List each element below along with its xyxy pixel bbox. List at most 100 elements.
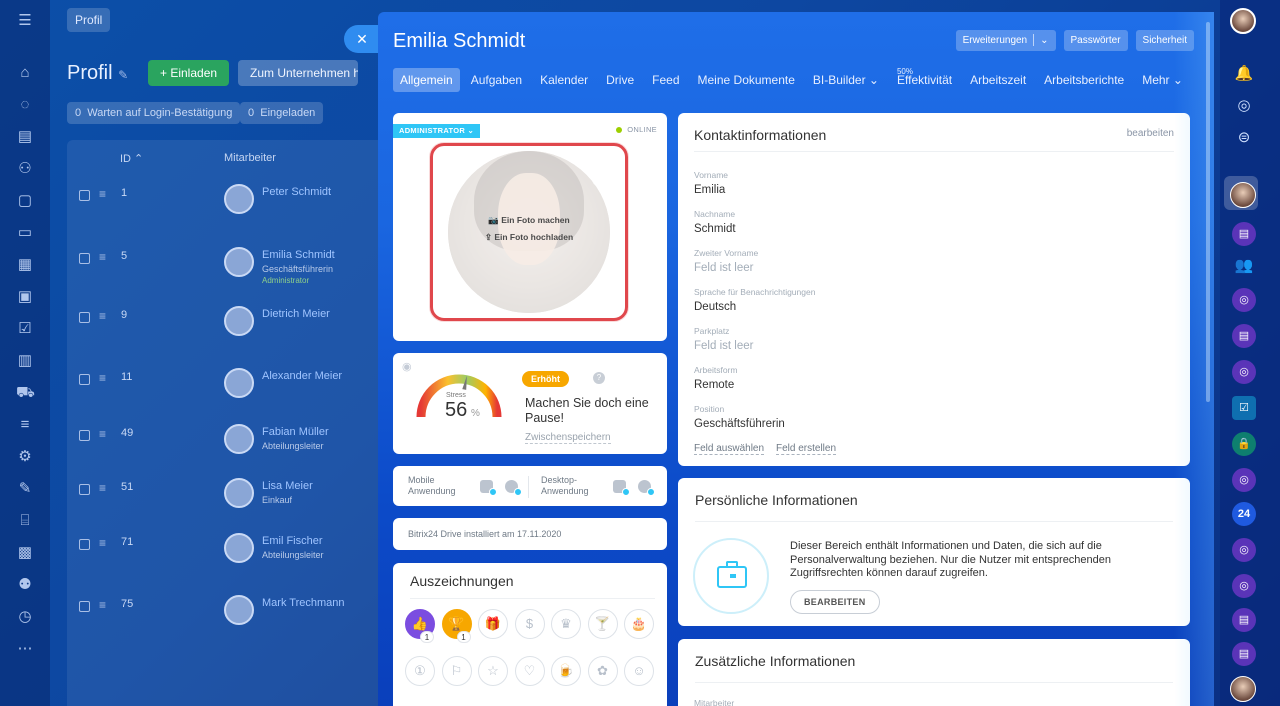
filter-icon[interactable]: ≡: [16, 416, 34, 434]
table-row[interactable]: ≡ 1 Peter Schmidt: [67, 170, 387, 230]
edit-contact-link[interactable]: bearbeiten: [1127, 128, 1174, 139]
row-checkbox[interactable]: [79, 484, 90, 495]
select-field-link[interactable]: Feld auswählen: [694, 443, 765, 455]
search-chat-icon[interactable]: ⊜: [1232, 126, 1256, 150]
openline-icon[interactable]: ◎: [1232, 574, 1256, 598]
store-icon[interactable]: ⌸: [16, 512, 34, 530]
row-checkbox[interactable]: [79, 374, 90, 385]
remove-photo-icon[interactable]: ✕: [592, 171, 608, 187]
menu-icon[interactable]: ☰: [16, 12, 34, 30]
filter-invited[interactable]: 0 Eingeladen: [240, 102, 324, 124]
number-one-icon[interactable]: ①: [405, 656, 435, 686]
filter-pending[interactable]: 0 Warten auf Login-Bestätigung: [67, 102, 241, 124]
help-icon[interactable]: ?: [593, 372, 605, 384]
sign-icon[interactable]: ✎: [16, 480, 34, 498]
admin-badge[interactable]: ADMINISTRATOR ⌄: [393, 124, 481, 138]
row-menu-icon[interactable]: ≡: [99, 427, 106, 441]
profile-photo[interactable]: ✕ 📷 Ein Foto machen ⇪ Ein Foto hochladen: [448, 151, 610, 313]
passwords-button[interactable]: Passwörter: [1063, 30, 1128, 51]
chat-icon[interactable]: ▦: [16, 256, 34, 274]
android-icon[interactable]: [480, 480, 497, 496]
row-checkbox[interactable]: [79, 601, 90, 612]
users-icon[interactable]: ⚇: [16, 160, 34, 178]
tab-more[interactable]: Mehr ⌄: [1135, 68, 1190, 92]
table-row[interactable]: ≡ 51 Lisa Meier Einkauf: [67, 464, 387, 524]
row-menu-icon[interactable]: ≡: [99, 536, 106, 550]
sites-icon[interactable]: ▩: [16, 544, 34, 562]
edit-personal-button[interactable]: BEARBEITEN: [790, 590, 880, 614]
company-button[interactable]: Zum Unternehmen h: [238, 60, 358, 86]
column-header-employee[interactable]: Mitarbeiter: [224, 152, 276, 164]
smile-icon[interactable]: ☺: [624, 656, 654, 686]
openline-icon[interactable]: ◎: [1232, 360, 1256, 384]
table-row[interactable]: ≡ 9 Dietrich Meier: [67, 292, 387, 352]
row-menu-icon[interactable]: ≡: [99, 598, 106, 612]
bitrix24-icon[interactable]: 24: [1232, 502, 1256, 526]
take-photo-action[interactable]: 📷 Ein Foto machen: [448, 215, 610, 226]
chat-avatar[interactable]: [1230, 676, 1256, 702]
target-icon[interactable]: ◎: [1232, 94, 1256, 118]
more-icon[interactable]: ⋯: [16, 640, 34, 658]
group-chat-icon[interactable]: 👥: [1232, 254, 1256, 278]
gift-icon[interactable]: 🎁: [478, 609, 508, 639]
flag-icon[interactable]: ⚐: [441, 656, 472, 686]
beer-icon[interactable]: 🍺: [551, 656, 581, 686]
table-row[interactable]: ≡ 71 Emil Fischer Abteilungsleiter: [67, 519, 387, 579]
heart-icon[interactable]: ♡: [514, 656, 545, 686]
save-stress-link[interactable]: Zwischenspeichern: [525, 432, 611, 444]
tasks-icon[interactable]: ▤: [16, 128, 34, 146]
row-menu-icon[interactable]: ≡: [99, 250, 106, 264]
star-icon[interactable]: ☆: [478, 656, 508, 686]
tab-tasks[interactable]: Aufgaben: [464, 68, 529, 92]
chat-item-icon[interactable]: ▤: [1232, 608, 1256, 632]
cake-icon[interactable]: 🎂: [624, 609, 654, 639]
row-menu-icon[interactable]: ≡: [99, 187, 106, 201]
calendar-icon[interactable]: ▣: [16, 288, 34, 306]
tab-work-reports[interactable]: Arbeitsberichte: [1037, 68, 1131, 92]
tab-my-documents[interactable]: Meine Dokumente: [691, 68, 802, 92]
tab-bi-builder[interactable]: BI-Builder ⌄: [806, 68, 886, 92]
row-checkbox[interactable]: [79, 430, 90, 441]
row-menu-icon[interactable]: ≡: [99, 481, 106, 495]
cocktail-icon[interactable]: 🍸: [587, 609, 618, 639]
row-checkbox[interactable]: [79, 253, 90, 264]
windows-icon[interactable]: [613, 480, 630, 496]
create-field-link[interactable]: Feld erstellen: [776, 443, 837, 455]
cart-icon[interactable]: ⛟: [16, 384, 35, 402]
table-row[interactable]: ≡ 49 Fabian Müller Abteilungsleiter: [67, 410, 387, 470]
row-checkbox[interactable]: [79, 539, 90, 550]
eye-icon[interactable]: ◉: [402, 360, 412, 373]
row-menu-icon[interactable]: ≡: [99, 309, 106, 323]
chat-item-icon[interactable]: ▤: [1232, 222, 1256, 246]
tab-working-time[interactable]: Arbeitszeit: [963, 68, 1033, 92]
lock-icon[interactable]: 🔒: [1232, 432, 1256, 456]
openline-icon[interactable]: ◎: [1232, 288, 1256, 312]
checklist-icon[interactable]: ☑: [16, 320, 34, 338]
tab-calendar[interactable]: Kalender: [533, 68, 595, 92]
tab-drive[interactable]: Drive: [599, 68, 641, 92]
apple-mobile-icon[interactable]: [505, 480, 522, 496]
slider-scrollbar[interactable]: [1206, 22, 1210, 402]
documents-icon[interactable]: ▢: [16, 192, 34, 210]
thumbs-up-icon[interactable]: 👍 1: [405, 609, 435, 643]
openline-icon[interactable]: ◎: [1232, 538, 1256, 562]
tab-efficiency[interactable]: 50% Effektivität: [890, 67, 959, 92]
table-row[interactable]: ≡ 5 Emilia Schmidt Geschäftsführerin Adm…: [67, 233, 387, 293]
drive-icon[interactable]: ▭: [16, 224, 34, 242]
groups-icon[interactable]: ⚉: [16, 576, 34, 594]
money-bag-icon[interactable]: $: [514, 609, 545, 639]
chat-avatar[interactable]: [1230, 182, 1256, 208]
row-checkbox[interactable]: [79, 190, 90, 201]
analytics-icon[interactable]: ▥: [16, 352, 34, 370]
slider-close-button[interactable]: ✕: [344, 25, 380, 53]
table-row[interactable]: ≡ 75 Mark Trechmann: [67, 581, 387, 641]
apple-desktop-icon[interactable]: [638, 480, 655, 496]
trophy-icon[interactable]: 🏆 1: [441, 609, 472, 643]
flower-icon[interactable]: ✿: [587, 656, 618, 686]
crown-icon[interactable]: ♛: [551, 609, 581, 639]
bell-icon[interactable]: 🔔: [1232, 62, 1256, 86]
invite-button[interactable]: + Einladen: [148, 60, 230, 86]
user-avatar[interactable]: [1230, 8, 1256, 34]
extensions-button[interactable]: Erweiterungen ⌄: [955, 30, 1056, 51]
column-header-id[interactable]: ID ⌃: [120, 152, 143, 165]
